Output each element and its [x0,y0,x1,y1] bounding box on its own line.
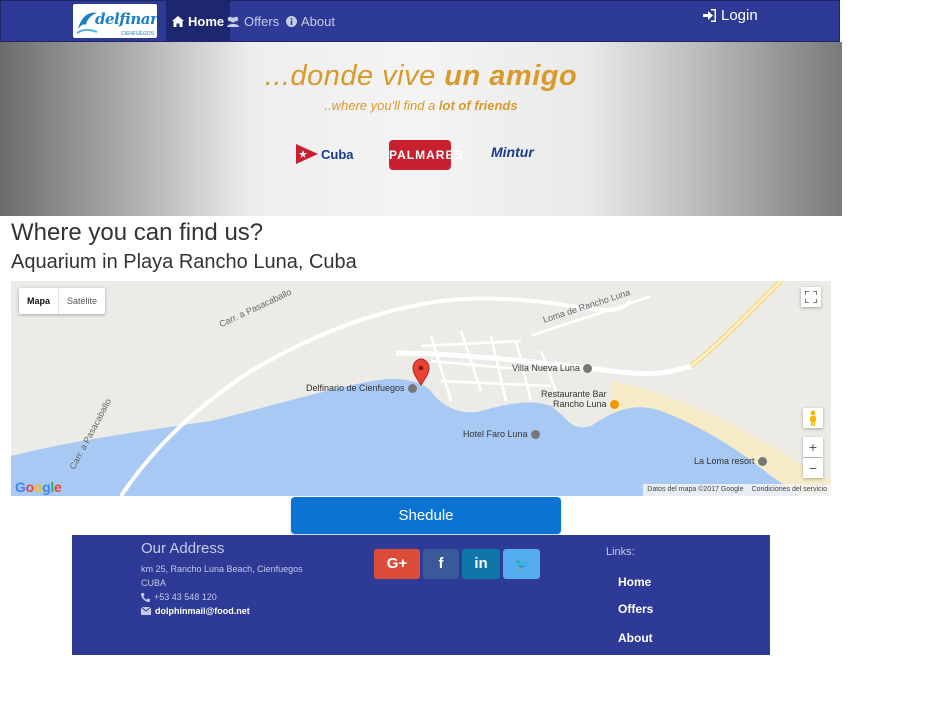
logo-text: delfinario [95,10,157,28]
pegman-icon [810,410,816,426]
nav-offers[interactable]: Offers [226,1,279,42]
google-logo: Google [15,479,62,495]
linkedin-icon: in [474,555,488,572]
map-place-delfinario[interactable]: Delfinario de Cienfuegos [306,383,417,394]
users-icon [227,16,239,27]
twitter-icon: 🐦 [514,557,529,571]
location-heading: Aquarium in Playa Rancho Luna, Cuba [11,251,357,273]
nav-offers-label: Offers [244,14,280,29]
hero-banner: ...donde vive un amigo ..where you'll fi… [0,42,842,216]
nav-about[interactable]: About [286,1,335,42]
nav-home[interactable]: Home [166,1,231,42]
brand-cuba: Cuba [296,144,354,164]
poi-icon [407,384,417,394]
footer-address-line: km 25, Rancho Luna Beach, Cienfuegos [141,564,303,574]
sign-in-icon [703,9,716,22]
poi-icon [757,457,767,467]
street-view-button[interactable] [803,408,823,428]
footer-link-home[interactable]: Home [618,575,651,589]
terms-link[interactable]: Condiciones del servicio [752,484,827,496]
map-type-control[interactable]: Mapa Satélite [19,288,106,314]
restaurant-icon [609,400,619,410]
logo-subtext: CIENFUEGOS [120,31,154,37]
facebook-button[interactable]: f [423,549,459,579]
brand-mintur: Mintur [491,144,534,160]
zoom-in-button[interactable]: + [803,437,823,457]
footer-links-title: Links: [606,546,635,558]
google-plus-button[interactable]: G+ [374,549,420,579]
poi-icon [582,364,592,374]
map-place-hotel[interactable]: Hotel Faro Luna [463,429,540,440]
facebook-icon: f [438,555,444,572]
schedule-button[interactable]: Shedule [291,497,561,534]
banner-subtagline: ..where you'll find a lot of friends [324,98,518,113]
google-map[interactable]: Mapa Satélite + − Carr. a Pasacaballo Ca… [11,281,831,496]
login-link[interactable]: Login [703,7,758,24]
map-place-loma-resort[interactable]: La Loma resort [694,456,767,467]
footer-link-offers[interactable]: Offers [618,602,653,616]
nav-home-label: Home [188,14,225,29]
top-navbar: delfinario CIENFUEGOS Home Offers About … [0,0,840,42]
google-plus-icon: G+ [386,555,408,572]
home-icon [172,16,184,27]
banner-tagline: ...donde vive un amigo [264,60,578,92]
footer-link-about[interactable]: About [618,631,653,645]
brand-palmares: PALMARES [389,140,462,170]
map-attribution: Datos del mapa ©2017 Google Condiciones … [643,484,831,496]
nav-about-label: About [301,14,335,29]
login-label: Login [721,7,758,24]
footer-address-title: Our Address [141,540,225,557]
footer-email[interactable]: dolphinmail@food.net [141,606,250,616]
info-icon [286,16,297,27]
fullscreen-button[interactable] [801,287,821,307]
fullscreen-icon [804,290,818,304]
poi-icon [530,430,540,440]
section-heading: Where you can find us? [11,219,264,246]
brand-logo[interactable]: delfinario CIENFUEGOS [73,4,157,38]
envelope-icon [141,607,151,615]
twitter-button[interactable]: 🐦 [503,549,540,579]
map-type-satellite[interactable]: Satélite [59,288,105,314]
phone-icon [141,592,150,602]
map-type-mapa[interactable]: Mapa [19,288,60,314]
cuba-flag-icon [296,144,318,164]
map-place-restaurante[interactable]: Restaurante Bar Rancho Luna [541,389,619,410]
zoom-out-button[interactable]: − [803,458,823,478]
footer: Our Address km 25, Rancho Luna Beach, Ci… [72,535,770,655]
linkedin-button[interactable]: in [462,549,500,579]
footer-country: CUBA [141,578,167,588]
footer-phone: +53 43 548 120 [141,592,217,602]
map-place-villa[interactable]: Villa Nueva Luna [512,363,592,374]
